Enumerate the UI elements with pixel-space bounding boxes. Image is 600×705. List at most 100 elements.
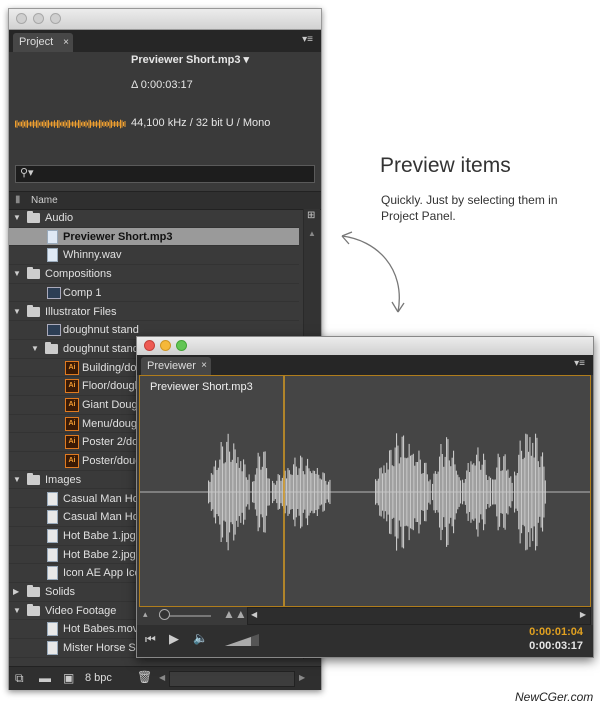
caption-body: Quickly. Just by selecting them in Proje… <box>381 193 558 223</box>
item-label: Video Footage <box>45 604 117 617</box>
column-header: ▮ Name <box>9 191 321 210</box>
folder-icon <box>27 267 40 280</box>
item-label: Compositions <box>45 268 112 281</box>
folder-row[interactable]: ▼ Audio <box>9 209 299 228</box>
horizontal-scrollbar[interactable] <box>169 671 295 687</box>
collapse-triangle-icon[interactable]: ▼ <box>13 602 21 621</box>
label-column-icon[interactable]: ▮ <box>15 194 21 205</box>
zoom-in-icon[interactable]: ▲▲ <box>223 607 247 621</box>
folder-icon <box>27 603 40 616</box>
curved-arrow-icon <box>341 231 405 313</box>
list-item[interactable]: Whinny.wav <box>9 246 299 266</box>
zoom-window-button[interactable] <box>176 340 187 351</box>
scroll-left-icon[interactable]: ◀ <box>159 673 165 682</box>
volume-slider[interactable] <box>225 633 261 647</box>
collapse-triangle-icon[interactable]: ▼ <box>13 209 21 228</box>
zoom-window-button[interactable] <box>50 13 61 24</box>
image-file-icon <box>47 491 58 506</box>
image-file-icon <box>47 622 58 637</box>
item-label: Audio <box>45 212 74 224</box>
folder-icon <box>45 341 58 354</box>
item-label: Illustrator Files <box>45 305 117 318</box>
previewer-horizontal-scrollbar[interactable]: ◀ ▶ <box>247 607 591 625</box>
trash-icon[interactable]: 🗑 <box>137 670 152 684</box>
new-folder-icon[interactable]: ▬ <box>39 671 51 685</box>
audio-file-icon <box>47 229 58 244</box>
item-label: Previewer Short.mp3 <box>63 230 173 243</box>
expand-triangle-icon[interactable]: ▶ <box>13 583 19 602</box>
go-to-start-icon[interactable]: ⏮ <box>145 632 156 647</box>
selected-file-duration: Δ 0:00:03:17 <box>131 79 193 91</box>
folder-row[interactable]: ▼ Illustrator Files <box>9 303 299 322</box>
minimize-window-button[interactable] <box>33 13 44 24</box>
item-label: Hot Babe 1.jpg <box>63 529 136 542</box>
close-window-button[interactable] <box>16 13 27 24</box>
previewer-window: Previewer × ▾≡ Previewer Short.mp3 ▴ ▲▲ … <box>136 336 594 658</box>
list-item[interactable]: Comp 1 <box>9 284 299 303</box>
illustrator-file-icon: Ai <box>65 454 79 469</box>
illustrator-file-icon: Ai <box>65 398 79 412</box>
image-file-icon <box>47 510 58 525</box>
transport-controls: ⏮ ▶ 🔈 0:00:01:04 0:00:03:17 <box>137 625 593 657</box>
list-item[interactable]: Previewer Short.mp3 <box>9 227 299 247</box>
interpret-footage-icon[interactable]: ⧉ <box>15 671 24 686</box>
collapse-triangle-icon[interactable]: ▼ <box>13 303 21 322</box>
tab-previewer[interactable]: Previewer × <box>141 357 211 375</box>
tab-previewer-label: Previewer <box>147 360 196 372</box>
illustrator-file-icon: Ai <box>65 416 79 431</box>
image-file-icon <box>47 547 58 562</box>
selected-file-name[interactable]: Previewer Short.mp3 ▾ <box>131 53 249 66</box>
illustrator-file-icon: Ai <box>65 435 79 450</box>
column-name[interactable]: Name <box>31 195 58 206</box>
bpc-button[interactable]: 8 bpc <box>85 672 112 684</box>
item-label: doughnut stand <box>63 342 139 355</box>
item-label: doughnut stand <box>63 324 139 337</box>
item-label: Hot Babes.mov <box>63 623 139 636</box>
collapse-triangle-icon[interactable]: ▼ <box>31 340 39 359</box>
item-label: Images <box>45 473 82 486</box>
scroll-up-icon[interactable]: ▲ <box>308 229 316 238</box>
tab-project[interactable]: Project × <box>13 33 73 52</box>
scroll-left-icon[interactable]: ◀ <box>251 610 257 619</box>
new-composition-icon[interactable]: ▣ <box>63 671 74 685</box>
current-time: 0:00:01:04 <box>529 626 583 638</box>
image-file-icon <box>47 566 58 581</box>
flowchart-icon[interactable]: ⊞ <box>307 210 315 221</box>
item-label: Whinny.wav <box>63 249 122 262</box>
previewer-titlebar[interactable] <box>137 337 593 356</box>
total-duration: 0:00:03:17 <box>529 640 583 652</box>
speaker-icon[interactable]: 🔈 <box>193 631 208 645</box>
search-icon[interactable]: ⚲▾ <box>20 166 34 179</box>
credit-watermark: NewCGer.com <box>515 690 594 704</box>
collapse-triangle-icon[interactable]: ▼ <box>13 471 21 490</box>
zoom-slider-thumb[interactable] <box>159 609 170 620</box>
zoom-out-icon[interactable]: ▴ <box>143 609 148 620</box>
folder-icon <box>27 472 40 485</box>
scroll-right-icon[interactable]: ▶ <box>580 610 586 619</box>
composition-icon <box>47 324 61 337</box>
image-file-icon <box>47 641 58 656</box>
tab-close-icon[interactable]: × <box>63 33 69 52</box>
item-label: Hot Babe 2.jpg <box>63 548 136 561</box>
tab-project-label: Project <box>19 36 54 48</box>
project-titlebar[interactable] <box>9 9 321 30</box>
project-bottom-toolbar: ⧉ ▬ ▣ 8 bpc 🗑 ◀ ▶ <box>9 666 321 690</box>
search-input[interactable]: ⚲▾ <box>15 165 315 183</box>
minimize-window-button[interactable] <box>160 340 171 351</box>
waveform-view[interactable]: Previewer Short.mp3 <box>139 375 591 607</box>
tab-close-icon[interactable]: × <box>201 357 207 375</box>
previewer-tabbar: Previewer × ▾≡ <box>137 355 593 375</box>
folder-row[interactable]: ▼ Compositions <box>9 265 299 284</box>
scroll-right-icon[interactable]: ▶ <box>299 673 305 682</box>
close-window-button[interactable] <box>144 340 155 351</box>
caption-heading: Preview items <box>380 154 511 177</box>
item-label: Comp 1 <box>63 286 102 299</box>
project-tabbar: Project × ▾≡ <box>9 30 321 52</box>
play-icon[interactable]: ▶ <box>169 631 179 647</box>
illustrator-file-icon: Ai <box>65 360 79 375</box>
collapse-triangle-icon[interactable]: ▼ <box>13 265 21 284</box>
panel-menu-icon[interactable]: ▾≡ <box>574 358 585 369</box>
image-file-icon <box>47 528 58 543</box>
panel-menu-icon[interactable]: ▾≡ <box>302 34 313 45</box>
audio-thumbnail <box>14 116 126 132</box>
